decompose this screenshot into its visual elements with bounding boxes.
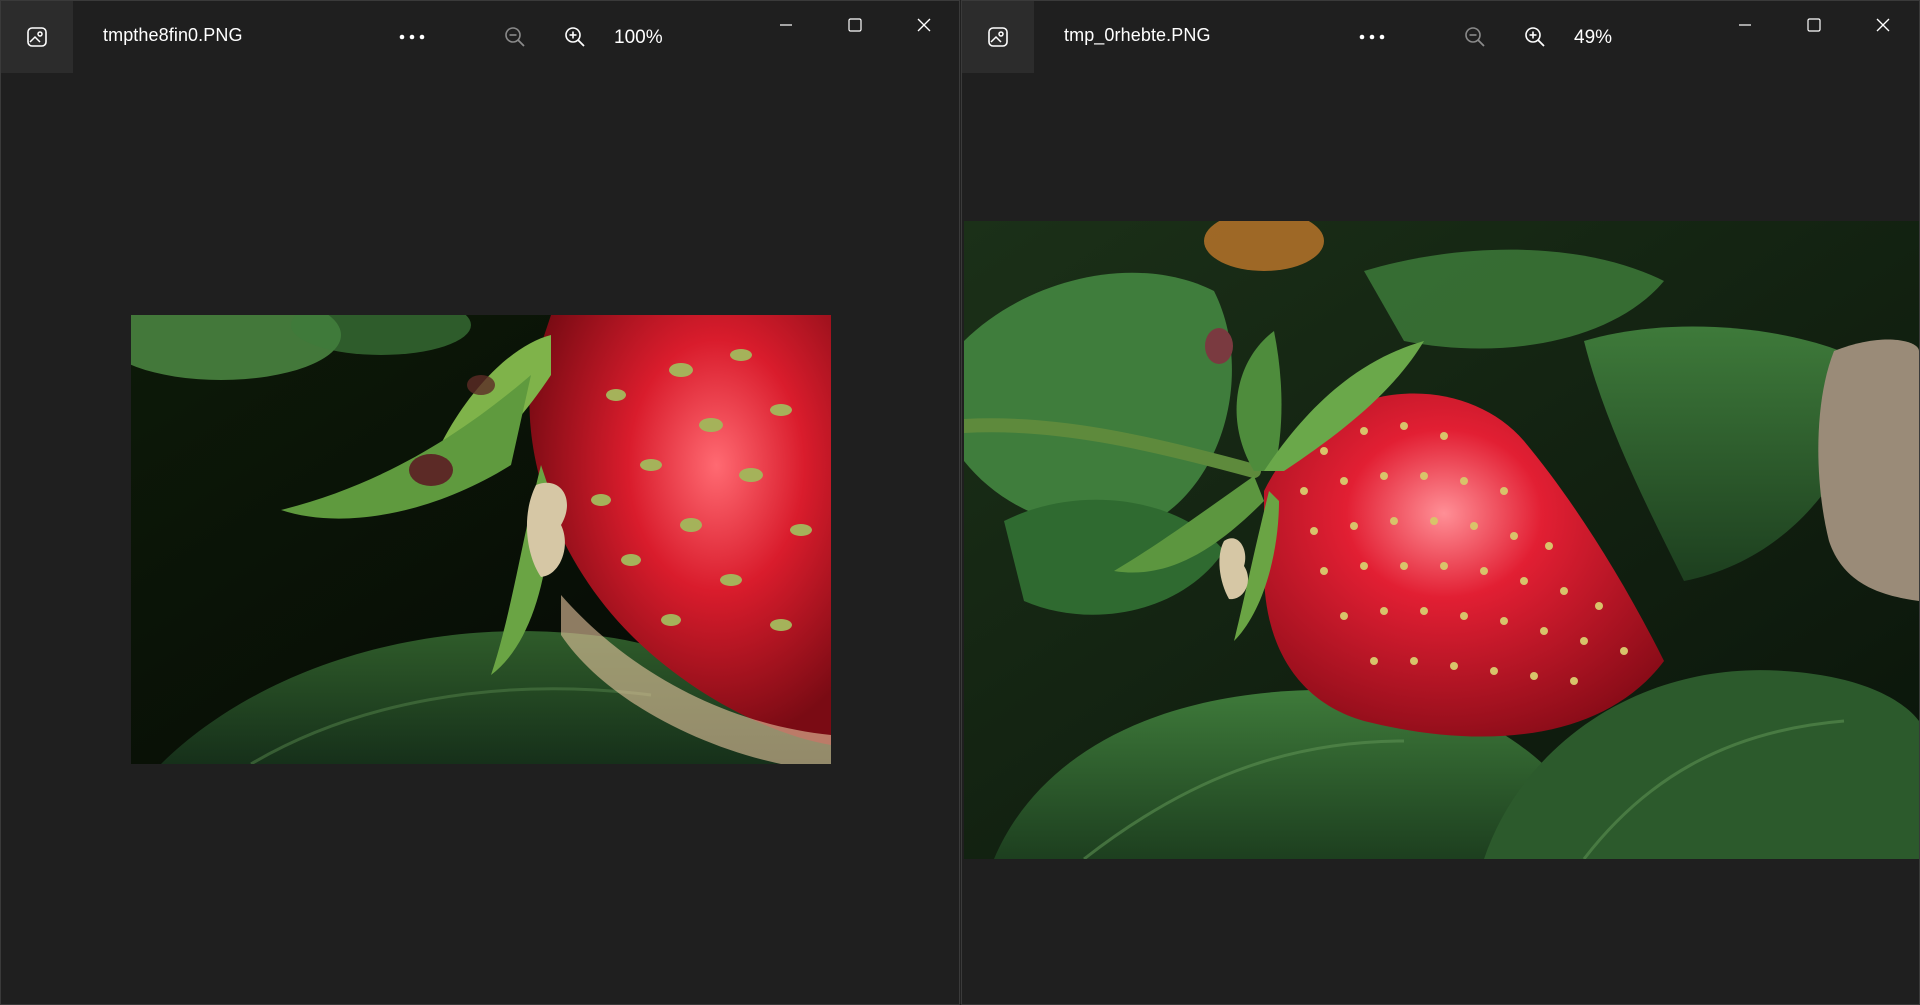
maximize-button[interactable] <box>1791 9 1837 41</box>
zoom-out-button[interactable] <box>1461 23 1489 51</box>
photo-viewer-window-right: tmp_0rhebte.PNG 49% <box>961 0 1920 1005</box>
zoom-in-icon <box>565 27 585 47</box>
more-options-icon <box>399 34 425 40</box>
close-button[interactable] <box>901 9 947 41</box>
image-canvas[interactable] <box>962 73 1919 1004</box>
photos-app-icon[interactable] <box>1 1 73 73</box>
photo-viewer-window-left: tmpthe8fin0.PNG 100% <box>0 0 960 1005</box>
zoom-in-button[interactable] <box>561 23 589 51</box>
zoom-level[interactable]: 100% <box>614 27 663 49</box>
zoom-in-icon <box>1525 27 1545 47</box>
zoom-out-button[interactable] <box>501 23 529 51</box>
more-options-button[interactable] <box>1352 25 1392 49</box>
maximize-icon <box>1807 18 1821 32</box>
titlebar[interactable]: tmp_0rhebte.PNG 49% <box>962 1 1919 73</box>
image-canvas[interactable] <box>1 73 959 1004</box>
zoom-out-icon <box>1465 27 1485 47</box>
maximize-icon <box>848 18 862 32</box>
minimize-icon <box>780 24 792 26</box>
photos-app-icon-glyph <box>988 27 1008 47</box>
maximize-button[interactable] <box>832 9 878 41</box>
minimize-button[interactable] <box>1722 9 1768 41</box>
close-icon <box>917 18 931 32</box>
zoom-in-button[interactable] <box>1521 23 1549 51</box>
close-button[interactable] <box>1860 9 1906 41</box>
more-options-button[interactable] <box>392 25 432 49</box>
zoom-level[interactable]: 49% <box>1574 27 1612 49</box>
file-name: tmpthe8fin0.PNG <box>103 25 243 45</box>
titlebar[interactable]: tmpthe8fin0.PNG 100% <box>1 1 959 73</box>
strawberry-closeup-image <box>131 315 831 764</box>
minimize-icon <box>1739 24 1751 26</box>
photos-app-icon-glyph <box>27 27 47 47</box>
close-icon <box>1876 18 1890 32</box>
zoom-out-icon <box>505 27 525 47</box>
strawberry-image <box>964 221 1919 859</box>
photos-app-icon[interactable] <box>962 1 1034 73</box>
minimize-button[interactable] <box>763 9 809 41</box>
file-name: tmp_0rhebte.PNG <box>1064 25 1211 45</box>
more-options-icon <box>1359 34 1385 40</box>
